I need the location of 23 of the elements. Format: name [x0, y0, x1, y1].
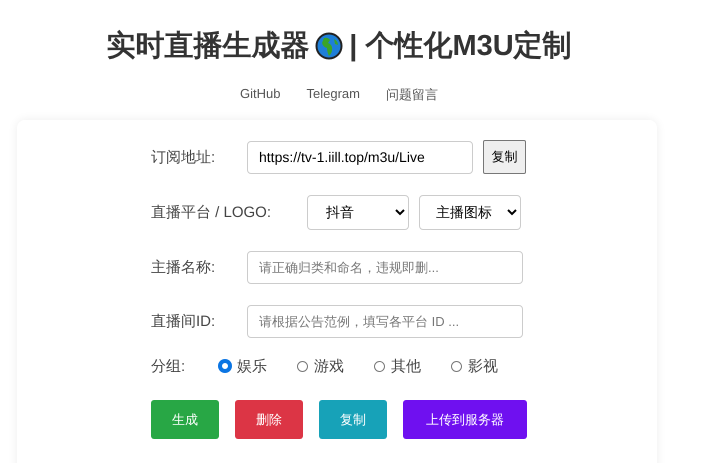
field-label: 主播名称: [151, 258, 216, 276]
subscription-field[interactable]: https://tv-1.iill.top/m3u/Live [247, 140, 473, 174]
field-label: 订阅地址: [151, 148, 216, 166]
page-subtitle: | 个性化M3U定制 [349, 28, 572, 64]
copy-button[interactable]: 复制 [483, 140, 526, 174]
group-radio[interactable]: 其他 [374, 356, 421, 376]
room-id-field[interactable]: 请根据公告范例，填写各平台 ID ... [247, 304, 523, 338]
group-radio[interactable]: 影视 [451, 356, 498, 376]
nav-link[interactable]: Telegram [306, 86, 360, 104]
group-radio[interactable]: 娱乐 [219, 356, 267, 376]
action-button[interactable]: 删除 [235, 400, 303, 439]
nav-link[interactable]: GitHub [240, 86, 280, 104]
nav-link[interactable]: 问题留言 [386, 86, 438, 104]
group-radio[interactable]: 游戏 [297, 356, 344, 376]
field-label: 直播平台 / LOGO: [151, 202, 272, 222]
action-button[interactable]: 上传到服务器 [403, 400, 527, 439]
field-label: 直播间ID: [151, 312, 216, 330]
streamer-name-field[interactable]: 请正确归类和命名，违规即删... [247, 250, 523, 284]
field-label: 分组: [151, 356, 186, 376]
platform-select[interactable]: 抖音 [307, 194, 409, 230]
globe-icon [315, 32, 344, 60]
page-title: 实时直播生成器 [106, 28, 310, 64]
logo-select[interactable]: 主播图标 [419, 194, 521, 230]
